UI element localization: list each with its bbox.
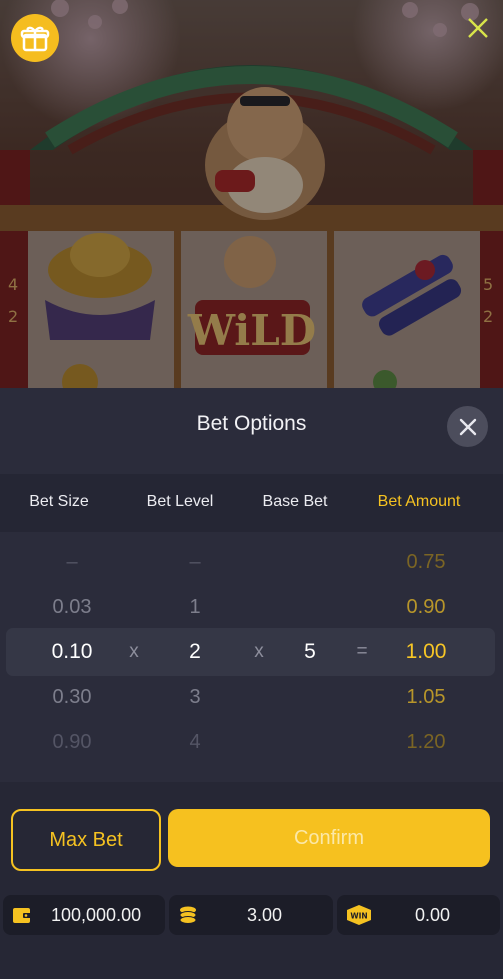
header-base-bet: Base Bet [262,493,328,510]
balance-value: 100,000.00 [51,905,142,925]
bet-level-option[interactable]: 1 [145,585,245,629]
bet-size-option[interactable]: 0.30 [22,675,122,719]
win-display: WIN 0.00 [337,895,500,935]
bet-picker[interactable]: – – 0.75 0.03 1 0.90 0.10 x 2 x 5 = 1.00… [0,532,503,782]
selected-bet-amount[interactable]: 1.00 [376,630,476,674]
win-badge-icon: WIN [347,905,371,925]
win-value: 0.00 [415,905,451,925]
bet-amount-option[interactable]: 0.90 [376,585,476,629]
bet-size-option[interactable]: 0.03 [22,585,122,629]
selected-bet-level[interactable]: 2 [145,630,245,674]
gift-icon [20,26,50,52]
bet-amount-option[interactable]: 0.75 [376,540,476,584]
bet-size-option[interactable]: 0.90 [22,720,122,764]
bet-display: 3.00 [169,895,333,935]
header-bet-amount: Bet Amount [377,493,461,510]
bet-amount-option[interactable]: 1.05 [376,675,476,719]
scene-dim-overlay [0,0,503,388]
win-badge-text: WIN [350,912,367,921]
bet-amount-option[interactable]: 1.20 [376,720,476,764]
header-bet-level: Bet Level [146,493,214,510]
header-bet-size: Bet Size [29,493,89,510]
gift-button[interactable] [11,14,59,62]
bet-level-option[interactable]: – [145,540,245,584]
sheet-title: Bet Options [196,412,307,435]
bet-level-option[interactable]: 3 [145,675,245,719]
picker-row[interactable]: 0.90 4 1.20 [0,720,503,764]
coin-stack-icon [179,906,197,924]
balance-display: 100,000.00 [3,895,165,935]
picker-row[interactable]: 0.30 3 1.05 [0,675,503,719]
close-game-button[interactable] [465,15,491,41]
picker-row-selected[interactable]: 0.10 x 2 x 5 = 1.00 [0,630,503,674]
game-scene: WiLD 4 2 5 2 [0,0,503,388]
max-bet-button[interactable]: Max Bet [11,809,161,871]
action-bar: Max Bet Confirm 100,000.00 3.00 WIN 0.00 [0,782,503,979]
wallet-icon [13,908,31,923]
close-x-icon [468,18,488,38]
close-icon [459,418,476,435]
bet-level-option[interactable]: 4 [145,720,245,764]
picker-row[interactable]: – – 0.75 [0,540,503,584]
confirm-button[interactable]: Confirm [168,809,490,867]
equals-sign: = [356,641,368,662]
bet-value: 3.00 [247,905,283,925]
picker-row[interactable]: 0.03 1 0.90 [0,585,503,629]
base-bet-value: 5 [304,640,316,663]
bet-options-sheet: Bet Options Bet Size Bet Level Base Bet … [0,388,503,979]
column-headers: Bet Size Bet Level Base Bet Bet Amount [0,474,503,532]
selected-bet-size[interactable]: 0.10 [22,630,122,674]
bet-size-option[interactable]: – [22,540,122,584]
sheet-header: Bet Options [0,388,503,464]
close-sheet-button[interactable] [447,406,488,447]
